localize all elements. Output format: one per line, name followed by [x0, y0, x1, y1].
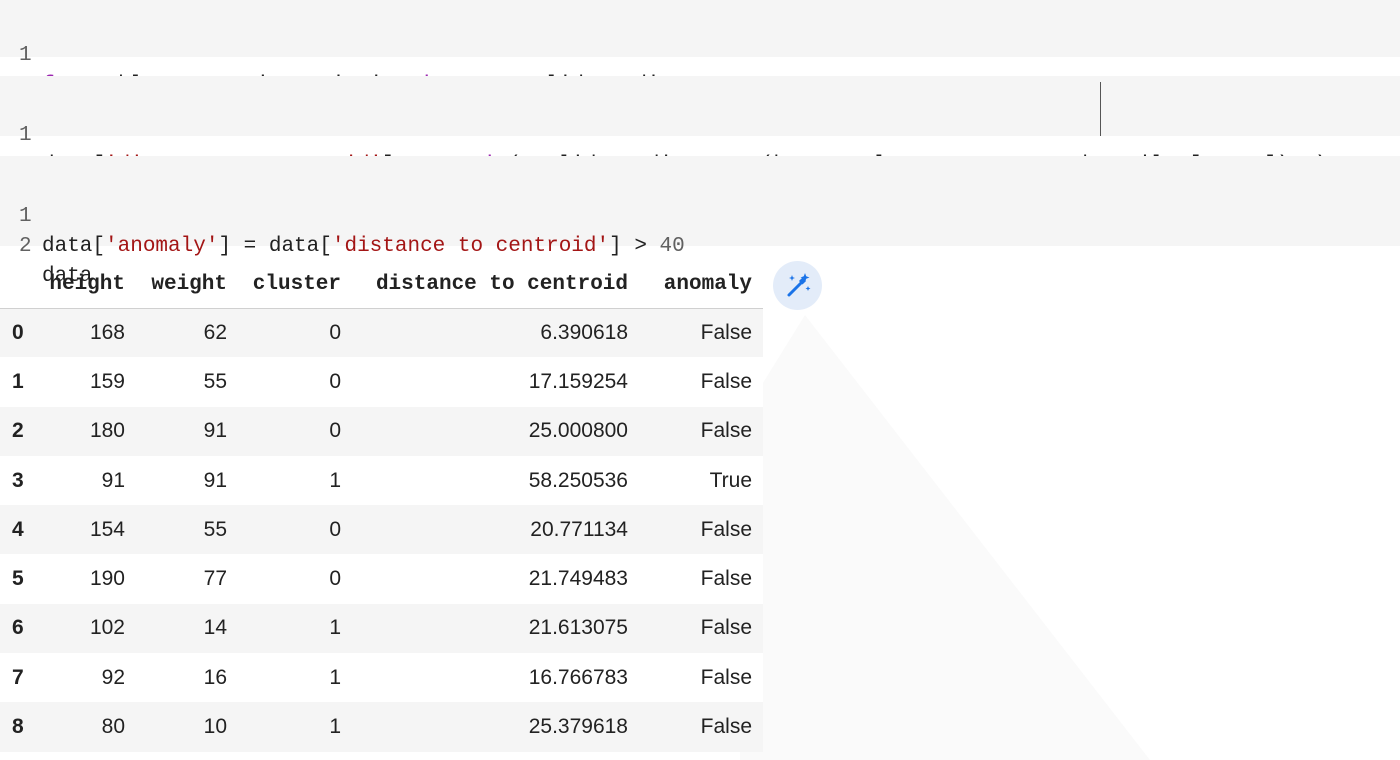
dataframe-output: height weight cluster distance to centro…	[0, 262, 763, 752]
cell-cluster: 0	[238, 357, 352, 407]
code-cell-2[interactable]: 1 data['distance to centroid'] = np.min(…	[0, 76, 1400, 177]
cell-anomaly: False	[639, 702, 763, 752]
cell-distance-to-centroid: 25.000800	[352, 406, 639, 456]
cell-weight: 77	[136, 554, 238, 604]
code-line: 1 data['anomaly'] = data['distance to ce…	[0, 172, 685, 258]
column-header-height: height	[35, 262, 136, 309]
cell-height: 159	[35, 357, 136, 407]
magic-wand-button[interactable]	[773, 261, 822, 310]
cell-cluster: 0	[238, 554, 352, 604]
cell-height: 80	[35, 702, 136, 752]
row-index: 3	[0, 455, 35, 506]
cell-anomaly: False	[639, 308, 763, 358]
cell-weight: 55	[136, 357, 238, 407]
cell-cluster: 1	[238, 455, 352, 506]
cell-height: 102	[35, 603, 136, 654]
cell-height: 91	[35, 455, 136, 506]
cell-weight: 91	[136, 455, 238, 506]
code-token: ] >	[609, 235, 660, 258]
cell-cluster: 1	[238, 603, 352, 654]
cell-weight: 55	[136, 505, 238, 555]
code-cell-3[interactable]: 1 data['anomaly'] = data['distance to ce…	[0, 156, 1400, 288]
cell-anomaly: False	[639, 406, 763, 456]
cell-distance-to-centroid: 21.613075	[352, 603, 639, 654]
cell-cluster: 0	[238, 505, 352, 555]
row-index: 1	[0, 357, 35, 407]
row-index: 5	[0, 554, 35, 604]
table-row: 3 91 91 1 58.250536 True	[0, 455, 763, 506]
code-line: 1 data['distance to centroid'] = np.min(…	[0, 91, 1327, 177]
code-token: data[	[42, 235, 106, 258]
table-row: 1 159 55 0 17.159254 False	[0, 357, 763, 407]
cell-cluster: 1	[238, 702, 352, 752]
cell-cluster: 0	[238, 308, 352, 358]
code-line: 1 from sklearn.metrics.pairwise import e…	[0, 11, 748, 97]
row-index: 7	[0, 653, 35, 703]
column-header-cluster: cluster	[238, 262, 352, 309]
column-header-anomaly: anomaly	[639, 262, 763, 309]
row-index: 4	[0, 505, 35, 555]
column-header-distance-to-centroid: distance to centroid	[352, 262, 639, 309]
cell-height: 168	[35, 308, 136, 358]
row-index: 0	[0, 308, 35, 358]
table-row: 6 102 14 1 21.613075 False	[0, 603, 763, 654]
cell-weight: 10	[136, 702, 238, 752]
text-cursor	[1100, 82, 1101, 136]
table-row: 4 154 55 0 20.771134 False	[0, 505, 763, 555]
cell-distance-to-centroid: 17.159254	[352, 357, 639, 407]
row-index: 6	[0, 603, 35, 654]
table-row: 2 180 91 0 25.000800 False	[0, 406, 763, 456]
code-cell-1[interactable]: 1 from sklearn.metrics.pairwise import e…	[0, 0, 1400, 97]
cell-cluster: 0	[238, 406, 352, 456]
cell-cluster: 1	[238, 653, 352, 703]
cell-distance-to-centroid: 16.766783	[352, 653, 639, 703]
line-number: 2	[19, 235, 32, 258]
magic-wand-icon	[787, 272, 810, 296]
cell-anomaly: True	[639, 455, 763, 506]
column-header-weight: weight	[136, 262, 238, 309]
cell-distance-to-centroid: 25.379618	[352, 702, 639, 752]
table-row: 5 190 77 0 21.749483 False	[0, 554, 763, 604]
cell-weight: 91	[136, 406, 238, 456]
row-index: 8	[0, 702, 35, 752]
index-header	[0, 262, 35, 309]
code-token: 'anomaly'	[105, 235, 219, 258]
table-row: 7 92 16 1 16.766783 False	[0, 653, 763, 703]
cell-weight: 62	[136, 308, 238, 358]
cell-height: 154	[35, 505, 136, 555]
line-number: 1	[19, 44, 32, 67]
line-number: 1	[19, 124, 32, 147]
code-token: 'distance to centroid'	[331, 235, 610, 258]
cell-anomaly: False	[639, 357, 763, 407]
cell-distance-to-centroid: 21.749483	[352, 554, 639, 604]
cell-distance-to-centroid: 6.390618	[352, 308, 639, 358]
cell-height: 190	[35, 554, 136, 604]
cell-height: 92	[35, 653, 136, 703]
code-token: 40	[659, 235, 685, 258]
cell-distance-to-centroid: 20.771134	[352, 505, 639, 555]
cell-anomaly: False	[639, 653, 763, 703]
cell-anomaly: False	[639, 603, 763, 654]
code-line: 2 data	[0, 202, 92, 288]
cell-weight: 16	[136, 653, 238, 703]
cell-height: 180	[35, 406, 136, 456]
cell-anomaly: False	[639, 505, 763, 555]
code-token: ] = data[	[218, 235, 332, 258]
cell-distance-to-centroid: 58.250536	[352, 455, 639, 506]
row-index: 2	[0, 406, 35, 456]
dataframe-header-row: height weight cluster distance to centro…	[0, 262, 763, 309]
cell-anomaly: False	[639, 554, 763, 604]
code-text: data['anomaly'] = data['distance to cent…	[42, 232, 685, 262]
table-row: 8 80 10 1 25.379618 False	[0, 702, 763, 752]
table-row: 0 168 62 0 6.390618 False	[0, 308, 763, 358]
cell-weight: 14	[136, 603, 238, 654]
